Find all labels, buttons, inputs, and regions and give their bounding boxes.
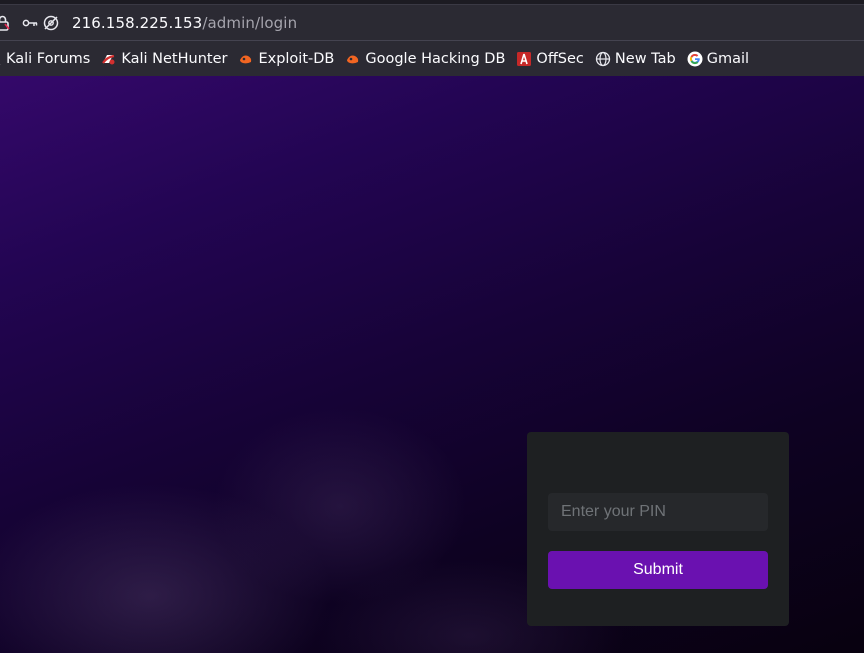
bookmark-label: Gmail [706,51,750,67]
pin-input[interactable] [548,493,768,531]
bookmark-label: Exploit-DB [258,51,335,67]
lock-icon[interactable] [0,13,10,33]
key-icon[interactable] [22,13,38,33]
bookmark-offsec[interactable]: OffSec [516,51,584,67]
google-icon [687,51,703,67]
browser-chrome: 216.158.225.153/admin/login Kali Forums … [0,0,864,76]
offsec-icon [516,51,532,67]
toolbar-divider [0,40,864,41]
bookmark-label: Google Hacking DB [365,51,506,67]
exploitdb-icon [238,51,254,67]
url-path: /admin/login [202,14,298,32]
ghdb-icon [345,51,361,67]
bookmark-kali-nethunter[interactable]: Kali NetHunter [101,51,227,67]
nethunter-icon [101,51,117,67]
bookmark-exploit-db[interactable]: Exploit-DB [238,51,334,67]
bookmark-label: Kali NetHunter [121,51,228,67]
address-bar[interactable]: 216.158.225.153/admin/login [0,6,864,40]
globe-icon [595,51,611,67]
url-host: 216.158.225.153 [72,14,203,32]
bookmark-gmail[interactable]: Gmail [687,51,749,67]
bookmark-kali-forums[interactable]: Kali Forums [0,51,90,67]
bookmarks-toolbar: Kali Forums Kali NetHunter Exploit-DB Go… [0,44,760,74]
bookmark-google-hacking-db[interactable]: Google Hacking DB [345,51,505,67]
bookmark-label: New Tab [614,51,676,67]
kali-icon [0,51,2,67]
tab-strip-edge [0,0,864,5]
tracking-protection-icon[interactable] [42,13,60,33]
bookmark-label: OffSec [536,51,584,67]
bookmark-new-tab[interactable]: New Tab [595,51,676,67]
page-background: Submit [0,76,864,653]
url-text[interactable]: 216.158.225.153/admin/login [72,14,297,32]
bookmark-label: Kali Forums [6,51,91,67]
submit-button[interactable]: Submit [548,551,768,589]
pin-login-card: Submit [527,432,789,626]
